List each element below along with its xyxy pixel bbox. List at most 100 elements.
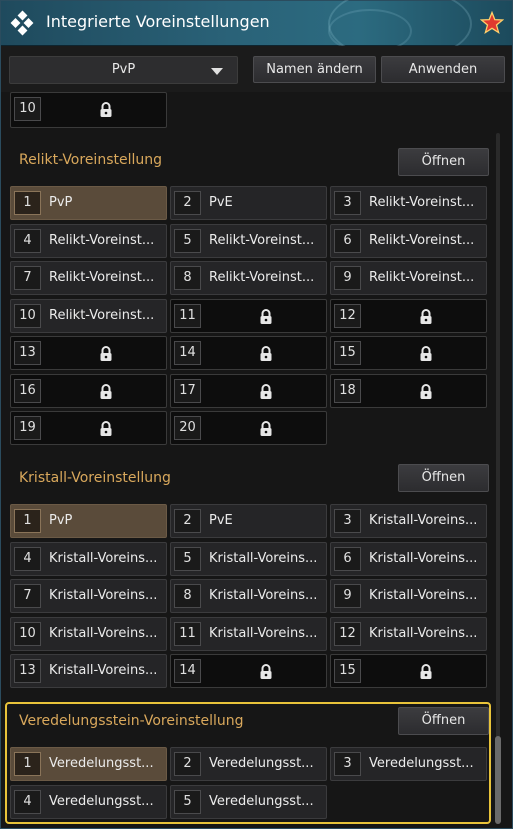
scrollbar-track[interactable] [496, 133, 500, 823]
slot-number: 5 [174, 547, 201, 571]
slot-number: 8 [174, 266, 201, 290]
preset-slot-locked: 14 [170, 336, 327, 370]
slot-name: Relikt-Voreinst... [49, 270, 155, 285]
slot-name: Kristall-Voreins... [49, 588, 158, 603]
preset-slot[interactable]: 6 Kristall-Voreins... [330, 542, 487, 576]
slot-number: 3 [334, 509, 361, 533]
preset-slot[interactable]: 3 Kristall-Voreins... [330, 504, 487, 538]
slot-number: 15 [334, 659, 361, 683]
preset-slot[interactable]: 12 Kristall-Voreins... [330, 617, 487, 651]
preset-slot[interactable]: 2 PvE [170, 186, 327, 220]
preset-slot[interactable]: 4 Kristall-Voreins... [10, 542, 167, 576]
preset-slot[interactable]: 10 Kristall-Voreins... [10, 617, 167, 651]
slot-name: Kristall-Voreins... [49, 551, 158, 566]
slot-name: PvP [49, 513, 73, 528]
slot-number: 10 [14, 622, 41, 646]
slot-number: 18 [334, 379, 361, 403]
slot-name: PvP [49, 195, 73, 210]
slot-name: Kristall-Voreins... [369, 626, 478, 641]
preset-slot[interactable]: 8 Kristall-Voreins... [170, 579, 327, 613]
preset-slot-locked: 18 [330, 374, 487, 408]
slot-number: 7 [14, 266, 41, 290]
preset-slot[interactable]: 9 Relikt-Voreinst... [330, 261, 487, 295]
lock-icon [100, 421, 112, 436]
preset-slot[interactable]: 7 Kristall-Voreins... [10, 579, 167, 613]
lock-icon [260, 664, 272, 679]
preset-slot[interactable]: 4 Relikt-Voreinst... [10, 224, 167, 258]
slot-number: 9 [334, 584, 361, 608]
preset-slot[interactable]: 5 Relikt-Voreinst... [170, 224, 327, 258]
slot-number: 19 [14, 416, 41, 440]
star-close-icon[interactable] [480, 11, 504, 35]
preset-dropdown[interactable]: PvP [9, 56, 238, 84]
lock-icon [100, 102, 112, 117]
preset-slot-locked: 12 [330, 299, 487, 333]
slot-name: Kristall-Voreins... [49, 626, 158, 641]
slot-name: Relikt-Voreinst... [49, 233, 155, 248]
preset-slot-locked: 19 [10, 411, 167, 445]
preset-slot[interactable]: 2 PvE [170, 504, 327, 538]
preset-slot-locked: 13 [10, 336, 167, 370]
lock-icon [260, 384, 272, 399]
slot-name: Kristall-Voreins... [369, 513, 478, 528]
preset-slot-locked: 11 [170, 299, 327, 333]
preset-slot[interactable]: 8 Relikt-Voreinst... [170, 261, 327, 295]
preset-slot-locked: 10 [10, 92, 167, 128]
preset-slot[interactable]: 1 PvP [10, 186, 167, 220]
slot-number: 1 [14, 191, 41, 215]
slot-name: Relikt-Voreinst... [209, 233, 315, 248]
slot-number: 17 [174, 379, 201, 403]
slot-number: 4 [14, 229, 41, 253]
slot-name: Kristall-Voreins... [209, 588, 318, 603]
scrollbar-thumb[interactable] [495, 736, 501, 824]
slot-number: 1 [14, 509, 41, 533]
preset-slot[interactable]: 6 Relikt-Voreinst... [330, 224, 487, 258]
chevron-down-icon [211, 68, 223, 75]
slot-number: 2 [174, 191, 201, 215]
preset-slot[interactable]: 1 PvP [10, 504, 167, 538]
slot-number: 13 [14, 659, 41, 683]
preset-slot[interactable]: 13 Kristall-Voreins... [10, 654, 167, 688]
slot-name: Relikt-Voreinst... [369, 233, 475, 248]
open-button[interactable]: Öffnen [398, 464, 489, 492]
toolbar: PvP Namen ändern Anwenden [1, 46, 512, 92]
preset-slot[interactable]: 5 Kristall-Voreins... [170, 542, 327, 576]
lock-icon [420, 309, 432, 324]
open-button[interactable]: Öffnen [398, 148, 489, 176]
slot-name: Kristall-Voreins... [209, 551, 318, 566]
slot-number: 8 [174, 584, 201, 608]
apply-button[interactable]: Anwenden [381, 56, 505, 83]
slot-name: PvE [209, 513, 233, 528]
preset-slot[interactable]: 11 Kristall-Voreins... [170, 617, 327, 651]
lock-icon [100, 384, 112, 399]
slot-name: Relikt-Voreinst... [49, 308, 155, 323]
slot-number: 6 [334, 229, 361, 253]
slot-number: 3 [334, 191, 361, 215]
preset-slot[interactable]: 7 Relikt-Voreinst... [10, 261, 167, 295]
slot-number: 14 [174, 659, 201, 683]
section-title: Kristall-Voreinstellung [19, 470, 171, 486]
slot-number: 11 [174, 304, 201, 328]
slot-number: 10 [14, 304, 41, 328]
slot-number: 14 [174, 341, 201, 365]
slot-number: 2 [174, 509, 201, 533]
slot-number: 11 [174, 622, 201, 646]
slot-number: 4 [14, 547, 41, 571]
preset-slot-locked: 17 [170, 374, 327, 408]
preset-slot[interactable]: 3 Relikt-Voreinst... [330, 186, 487, 220]
preset-slot-locked: 16 [10, 374, 167, 408]
preset-dropdown-value: PvP [111, 62, 136, 77]
section-title: Relikt-Voreinstellung [19, 152, 163, 168]
slot-name: Relikt-Voreinst... [369, 195, 475, 210]
preset-slot[interactable]: 10 Relikt-Voreinst... [10, 299, 167, 333]
slot-name: Relikt-Voreinst... [369, 270, 475, 285]
slot-number: 5 [174, 229, 201, 253]
rename-button[interactable]: Namen ändern [253, 56, 376, 83]
slot-name: PvE [209, 195, 233, 210]
lock-icon [260, 421, 272, 436]
slot-name: Kristall-Voreins... [49, 663, 158, 678]
preset-slot-locked: 14 [170, 654, 327, 688]
lock-icon [420, 346, 432, 361]
preset-slot[interactable]: 9 Kristall-Voreins... [330, 579, 487, 613]
preset-slot-locked: 15 [330, 336, 487, 370]
